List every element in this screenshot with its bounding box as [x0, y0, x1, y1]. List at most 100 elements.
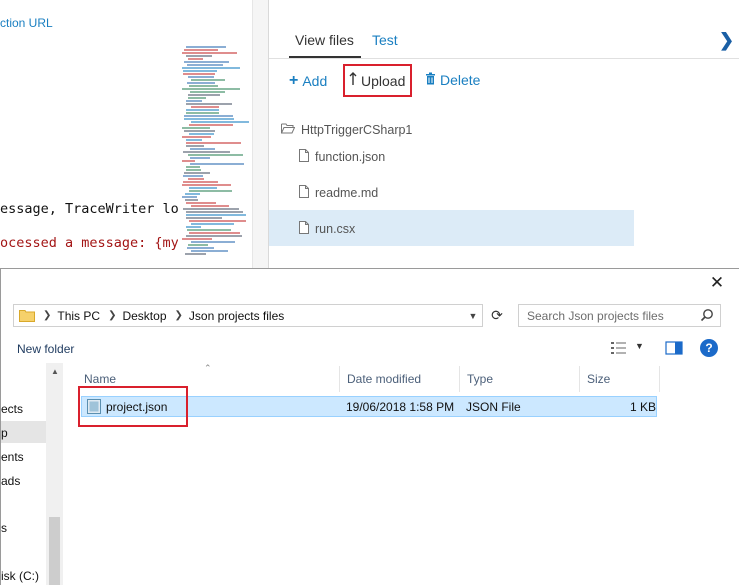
minimap-line — [186, 226, 201, 228]
scroll-up-icon[interactable]: ▲ — [51, 367, 59, 376]
nav-item[interactable]: ads — [1, 474, 20, 488]
preview-pane-icon[interactable] — [665, 341, 683, 355]
tree-file-item[interactable]: readme.md — [299, 175, 378, 211]
tab-view-files[interactable]: View files — [295, 32, 354, 48]
add-button-label: Add — [302, 73, 328, 89]
azure-portal-background: ction URL essage, TraceWriter log) ocess… — [0, 0, 739, 268]
minimap-line — [186, 217, 222, 219]
minimap-line — [191, 106, 219, 108]
tabs-divider — [269, 58, 739, 59]
nav-item[interactable]: ents — [1, 450, 24, 464]
nav-item[interactable]: ects — [1, 402, 23, 416]
breadcrumb-separator-icon[interactable]: ❯ — [175, 310, 183, 321]
minimap-line — [183, 175, 203, 177]
minimap-line — [186, 214, 246, 216]
view-options-icon[interactable] — [610, 341, 628, 355]
chevron-down-icon[interactable]: ▼ — [635, 341, 644, 351]
new-folder-button[interactable]: New folder — [17, 342, 74, 356]
tree-file-item[interactable]: function.json — [299, 139, 385, 175]
nav-item-local-disk[interactable]: isk (C:) — [1, 569, 39, 583]
minimap-line — [182, 52, 237, 54]
breadcrumb-desktop[interactable]: Desktop — [122, 309, 166, 323]
tree-file-label: function.json — [315, 150, 386, 164]
upload-highlight-box — [343, 64, 412, 97]
nav-item-selected[interactable]: p — [1, 426, 8, 440]
search-icon — [700, 309, 713, 322]
tree-file-item-selected[interactable]: run.csx — [299, 211, 355, 247]
minimap-line — [189, 187, 217, 189]
minimap-line — [188, 58, 203, 60]
delete-button-label: Delete — [440, 72, 481, 88]
tree-file-label: run.csx — [315, 222, 356, 236]
view-files-panel: View files Test ❯ + Add Upload Delete Ht… — [269, 0, 739, 268]
refresh-icon[interactable]: ⟳ — [487, 304, 507, 327]
close-icon[interactable]: ✕ — [707, 273, 727, 293]
minimap-line — [188, 76, 214, 78]
chevron-down-icon[interactable]: ▼ — [463, 304, 483, 327]
function-url-link[interactable]: ction URL — [0, 16, 53, 30]
minimap-line — [182, 88, 240, 90]
nav-scrollbar[interactable]: ▲ — [46, 363, 63, 585]
minimap-line — [184, 115, 233, 117]
minimap-line — [186, 55, 212, 57]
column-header-size[interactable]: Size — [580, 366, 660, 392]
breadcrumb-this-pc[interactable]: This PC — [57, 309, 100, 323]
minimap-line — [182, 127, 210, 129]
minimap-line — [182, 160, 195, 162]
minimap-line — [186, 166, 200, 168]
minimap-line — [182, 184, 231, 186]
minimap-line — [183, 181, 218, 183]
file-icon — [299, 185, 309, 201]
minimap-line — [183, 70, 217, 72]
navigation-pane: ects p ents ads s isk (C:) ▲ — [1, 363, 63, 585]
minimap-line — [189, 133, 214, 135]
file-type: JSON File — [466, 400, 521, 414]
file-open-dialog: ✕ ❯ This PC ❯ Desktop ❯ Json projects fi… — [0, 268, 739, 585]
minimap-line — [190, 163, 244, 165]
minimap-line — [184, 130, 215, 132]
minimap-line — [184, 118, 234, 120]
minimap-line — [190, 148, 215, 150]
breadcrumb-separator-icon[interactable]: ❯ — [108, 310, 116, 321]
minimap-line — [191, 223, 234, 225]
minimap-line — [186, 103, 232, 105]
minimap-line — [188, 94, 220, 96]
tree-file-label: readme.md — [315, 186, 379, 200]
minimap-line — [189, 220, 246, 222]
file-highlight-box — [78, 386, 188, 427]
address-bar[interactable]: ❯ This PC ❯ Desktop ❯ Json projects file… — [13, 304, 483, 327]
tab-test[interactable]: Test — [372, 32, 398, 48]
file-date-modified: 19/06/2018 1:58 PM — [346, 400, 455, 414]
code-editor-line: ocessed a message: {myIc — [0, 235, 196, 251]
editor-scrollbar[interactable] — [252, 0, 268, 268]
code-minimap[interactable] — [178, 42, 250, 268]
column-header-type[interactable]: Type — [460, 366, 580, 392]
minimap-line — [191, 241, 235, 243]
minimap-line — [186, 46, 226, 48]
scrollbar-thumb[interactable] — [49, 517, 60, 585]
minimap-line — [186, 100, 202, 102]
help-icon[interactable]: ? — [700, 339, 718, 357]
minimap-line — [185, 199, 198, 201]
minimap-line — [188, 154, 243, 156]
minimap-line — [191, 79, 225, 81]
minimap-line — [187, 82, 215, 84]
nav-item[interactable]: s — [1, 521, 7, 535]
minimap-line — [183, 151, 230, 153]
breadcrumb-current-folder[interactable]: Json projects files — [189, 309, 284, 323]
minimap-line — [186, 202, 216, 204]
minimap-line — [183, 208, 239, 210]
add-button[interactable]: + Add — [289, 72, 327, 90]
minimap-line — [189, 85, 218, 87]
delete-button[interactable]: Delete — [425, 72, 480, 88]
chevron-right-icon[interactable]: ❯ — [719, 30, 734, 51]
minimap-line — [182, 67, 240, 69]
search-input[interactable]: Search Json projects files — [518, 304, 721, 327]
minimap-line — [186, 139, 202, 141]
minimap-line — [186, 112, 219, 114]
breadcrumb-separator-icon[interactable]: ❯ — [43, 310, 51, 321]
trash-icon — [425, 72, 436, 88]
minimap-line — [190, 157, 210, 159]
file-icon — [299, 221, 309, 237]
column-header-date-modified[interactable]: Date modified — [340, 366, 460, 392]
